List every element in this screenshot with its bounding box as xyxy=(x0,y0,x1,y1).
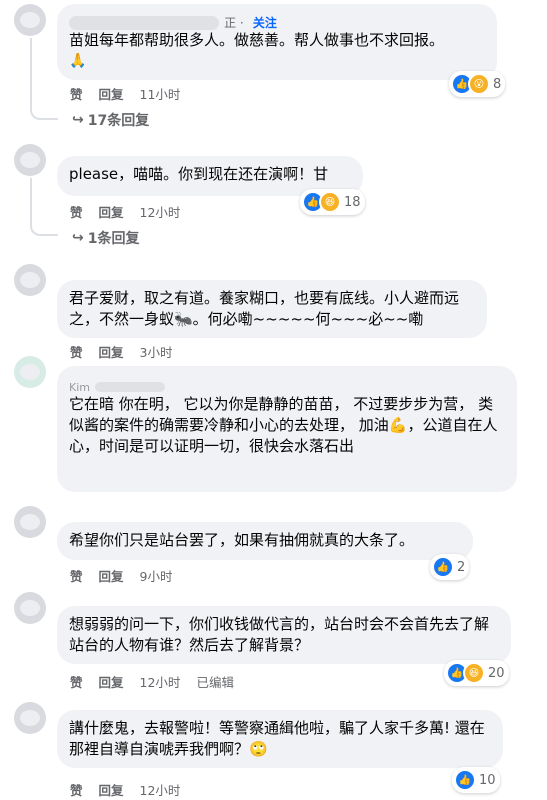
reaction-summary[interactable]: 👍 2 xyxy=(430,554,470,580)
comment-actions: 赞 回复 12小时 xyxy=(70,780,180,799)
reply-button[interactable]: 回复 xyxy=(99,672,124,691)
like-button[interactable]: 赞 xyxy=(70,202,83,221)
thread-elbow xyxy=(30,220,58,236)
author-suffix: 正 · xyxy=(224,16,244,30)
like-button[interactable]: 赞 xyxy=(70,672,83,691)
comment-actions: 赞 回复 12小时 已编辑 xyxy=(70,672,234,691)
view-replies-link[interactable]: ↪ 1条回复 xyxy=(72,228,139,248)
comment-text: 講什麼鬼，去報警啦！等警察通緝他啦，騙了人家千多萬! 還在那裡自導自演唬弄我們啊… xyxy=(69,719,485,758)
reaction-count: 8 xyxy=(493,76,502,92)
reply-button[interactable]: 回复 xyxy=(99,780,124,799)
reply-arrow-icon: ↪ xyxy=(72,112,84,128)
comment-text: 君子爱财，取之有道。養家糊口，也要有底线。小人避而远之，不然一身蚁🐜。何必嘞~~… xyxy=(69,289,460,328)
comment-actions: 赞 回复 3小时 xyxy=(70,342,172,361)
avatar[interactable] xyxy=(14,506,46,538)
comment-text: 想弱弱的问一下，你们收钱做代言的，站台时会不会首先去了解站台的人物有谁？然后去了… xyxy=(69,615,490,654)
reply-button[interactable]: 回复 xyxy=(99,342,124,361)
comment-text: 它在暗 你在明， 它以为你是静静的苗苗， 不过要步步为营， 类似酱的案件的确需要… xyxy=(69,395,498,455)
haha-reaction-icon: 😆 xyxy=(319,191,341,213)
timestamp[interactable]: 12小时 xyxy=(140,780,181,799)
author-name[interactable] xyxy=(69,15,219,30)
comment-bubble: Kim 它在暗 你在明， 它以为你是静静的苗苗， 不过要步步为营， 类似酱的案件… xyxy=(57,366,517,492)
comment-bubble: 講什麼鬼，去報警啦！等警察通緝他啦，騙了人家千多萬! 還在那裡自導自演唬弄我們啊… xyxy=(57,710,503,768)
reaction-count: 2 xyxy=(457,559,466,575)
avatar[interactable] xyxy=(14,356,46,388)
thread-line xyxy=(30,38,32,104)
reply-button[interactable]: 回复 xyxy=(99,566,124,585)
reaction-summary[interactable]: 👍 10 xyxy=(452,767,500,793)
edited-label: 已编辑 xyxy=(196,675,234,690)
replies-count: 17条回复 xyxy=(87,113,150,129)
comment-bubble: 正 · 关注 苗姐每年都帮助很多人。做慈善。帮人做事也不求回报。 🙏 xyxy=(57,4,497,80)
comment-actions: 赞 回复 12小时 xyxy=(70,202,180,221)
wow-reaction-icon: 😮 xyxy=(468,73,490,95)
like-button[interactable]: 赞 xyxy=(70,342,83,361)
like-button[interactable]: 赞 xyxy=(70,84,83,103)
comment-emoji: 🙏 xyxy=(69,53,87,69)
author-name[interactable]: Kim xyxy=(69,381,90,394)
comment-text: 苗姐每年都帮助很多人。做慈善。帮人做事也不求回报。 xyxy=(69,31,445,49)
timestamp[interactable]: 12小时 xyxy=(140,202,181,221)
reaction-count: 18 xyxy=(344,194,361,210)
reaction-summary[interactable]: 👍 😆 18 xyxy=(300,189,365,215)
author-name-blurred xyxy=(95,381,166,392)
timestamp[interactable]: 12小时 xyxy=(140,672,181,691)
haha-reaction-icon: 😆 xyxy=(463,662,485,684)
avatar[interactable] xyxy=(14,4,46,36)
like-reaction-icon: 👍 xyxy=(432,556,454,578)
comment-bubble: 君子爱财，取之有道。養家糊口，也要有底线。小人避而远之，不然一身蚁🐜。何必嘞~~… xyxy=(57,280,487,338)
avatar[interactable] xyxy=(14,144,46,176)
avatar[interactable] xyxy=(14,264,46,296)
avatar[interactable] xyxy=(14,592,46,624)
timestamp[interactable]: 9小时 xyxy=(140,566,173,585)
follow-button[interactable]: 关注 xyxy=(253,16,277,30)
reaction-summary[interactable]: 👍 😆 20 xyxy=(444,660,509,686)
like-reaction-icon: 👍 xyxy=(454,769,476,791)
like-button[interactable]: 赞 xyxy=(70,780,83,799)
timestamp[interactable]: 11小时 xyxy=(140,84,181,103)
view-replies-link[interactable]: ↪ 17条回复 xyxy=(72,110,149,130)
comment-actions: 赞 回复 9小时 xyxy=(70,566,172,585)
comment-actions: 赞 回复 11小时 xyxy=(70,84,180,103)
reply-arrow-icon: ↪ xyxy=(72,230,84,246)
comment-text: please，喵喵。你到现在还在演啊！甘 xyxy=(69,165,329,183)
avatar[interactable] xyxy=(14,702,46,734)
comment-bubble: 想弱弱的问一下，你们收钱做代言的，站台时会不会首先去了解站台的人物有谁？然后去了… xyxy=(57,606,511,664)
replies-count: 1条回复 xyxy=(87,231,140,247)
reaction-summary[interactable]: 👍 😮 8 xyxy=(449,71,506,97)
thread-elbow xyxy=(30,104,58,120)
thread-line xyxy=(30,178,32,220)
reply-button[interactable]: 回复 xyxy=(99,202,124,221)
timestamp[interactable]: 3小时 xyxy=(140,342,173,361)
reply-button[interactable]: 回复 xyxy=(99,84,124,103)
like-button[interactable]: 赞 xyxy=(70,566,83,585)
reaction-count: 10 xyxy=(479,772,496,788)
comment-text: 希望你们只是站台罢了，如果有抽佣就真的大条了。 xyxy=(69,531,415,549)
reaction-count: 20 xyxy=(488,665,505,681)
comment-bubble: 希望你们只是站台罢了，如果有抽佣就真的大条了。 xyxy=(57,522,473,560)
